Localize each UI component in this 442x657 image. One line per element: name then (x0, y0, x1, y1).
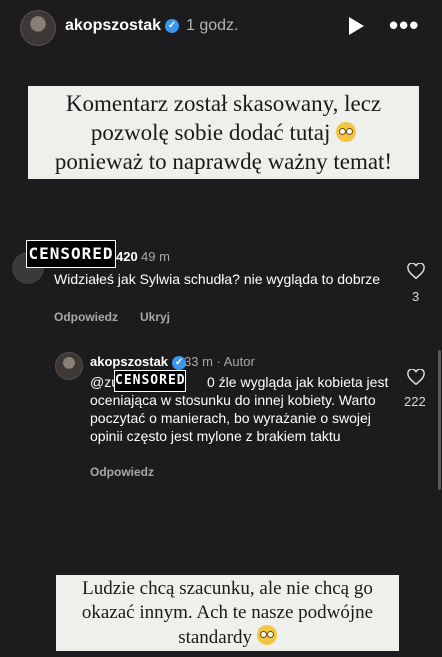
comment-like-count: 3 (412, 289, 420, 304)
comment-text: Widziałeś jak Sylwia schudła? nie wygląd… (54, 271, 381, 287)
reply-time: 33 m · Autor (184, 354, 255, 369)
commenter-username[interactable]: 420 (116, 249, 138, 264)
caption-top-line2-text: pozwolę sobie dodać tutaj (90, 120, 331, 145)
caption-top-line1: Komentarz został skasowany, lecz (65, 91, 382, 116)
caption-bottom-line2: okazać innym. Ach te nasze podwójne (81, 602, 374, 623)
mention-suffix[interactable]: 0 (207, 374, 215, 390)
author-username[interactable]: akopszostak ✓ (65, 17, 180, 35)
reply-username[interactable]: akopszostak ✓ (90, 354, 187, 370)
hide-button[interactable]: Ukryj (140, 310, 170, 324)
caption-bottom: Ludzie chcą szacunku, ale nie chcą go ok… (56, 575, 399, 651)
censored-label: CENSORED (26, 240, 116, 268)
story-header: akopszostak ✓ 1 godz. ••• (0, 0, 442, 56)
reply-like-count: 222 (404, 394, 426, 409)
verified-icon: ✓ (165, 18, 180, 33)
caption-top: Komentarz został skasowany, lecz pozwolę… (28, 86, 419, 179)
scrollbar[interactable] (438, 350, 441, 490)
censored-mention-label: CENSORED (114, 370, 186, 392)
caption-bottom-line3-text: standardy (178, 627, 253, 648)
username-text[interactable]: akopszostak (65, 17, 161, 34)
comment-time: 49 m (141, 249, 170, 264)
reply-button[interactable]: Odpowiedz (54, 310, 118, 324)
more-icon[interactable]: ••• (389, 10, 419, 41)
reply-avatar[interactable] (55, 352, 83, 380)
reply-reply-button[interactable]: Odpowiedz (90, 465, 154, 479)
caption-bottom-line1: Ludzie chcą szacunku, ale nie chcą go (82, 578, 373, 599)
author-avatar[interactable] (20, 10, 56, 46)
heart-icon[interactable] (407, 263, 425, 279)
caption-bottom-line3: standardy (56, 625, 399, 650)
post-time: 1 godz. (186, 17, 239, 34)
eye-roll-emoji-icon (256, 625, 277, 645)
reply-username-text[interactable]: akopszostak (90, 354, 168, 369)
heart-icon[interactable] (407, 369, 425, 385)
caption-top-line3: ponieważ to naprawdę ważny temat! (54, 149, 393, 174)
eye-roll-emoji-icon (336, 122, 357, 142)
play-icon[interactable] (349, 17, 364, 35)
caption-top-line2: pozwolę sobie dodać tutaj (28, 118, 419, 147)
